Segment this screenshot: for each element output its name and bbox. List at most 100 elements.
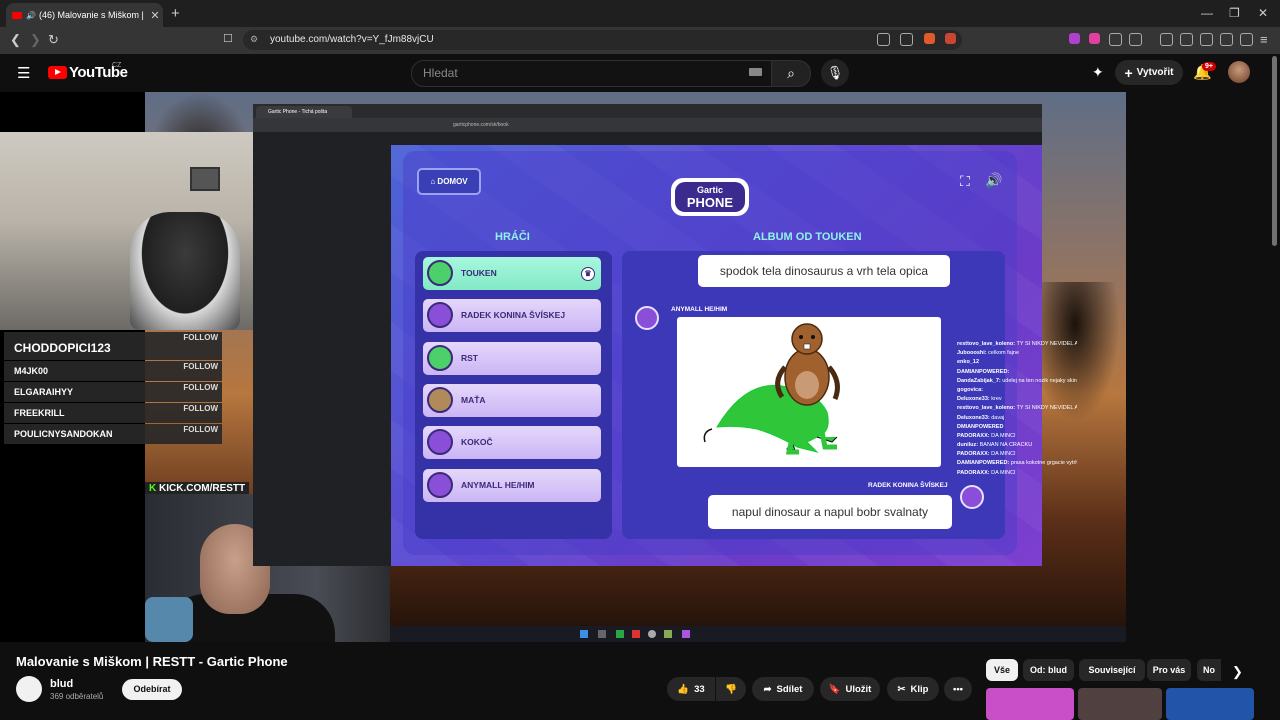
chat-username: PADORAXX: bbox=[957, 432, 990, 439]
home-label: DOMOV bbox=[437, 177, 468, 186]
scissors-icon: ✂ bbox=[897, 683, 906, 695]
chat-username: Deluxone33: bbox=[957, 414, 990, 421]
maximize-icon[interactable]: ❐ bbox=[1229, 6, 1240, 20]
save-icon: 🔖 bbox=[828, 683, 841, 695]
share-icon[interactable] bbox=[900, 33, 913, 46]
more-icon: ••• bbox=[953, 683, 963, 695]
filter-chip[interactable]: Od: blud bbox=[1023, 659, 1074, 681]
video-thumbnail[interactable] bbox=[1166, 688, 1254, 720]
clip-label: Klip bbox=[910, 683, 929, 695]
player-row: RST bbox=[423, 341, 601, 375]
fullscreen-icon[interactable]: ⛶ bbox=[960, 173, 970, 190]
screenshot-icon[interactable] bbox=[1129, 33, 1142, 46]
more-actions-button[interactable]: ••• bbox=[944, 677, 972, 701]
player-row: KOKOČ bbox=[423, 426, 601, 460]
voice-search-button[interactable]: 🎙 bbox=[821, 59, 849, 87]
new-tab-icon[interactable]: + bbox=[171, 5, 180, 22]
extension-icon[interactable] bbox=[1089, 33, 1100, 44]
brave-rewards-icon[interactable] bbox=[945, 33, 956, 44]
kick-logo-icon: K bbox=[149, 483, 157, 494]
player-name: RST bbox=[461, 352, 478, 363]
chat-message: duniluz: BANAN NA CRACKU bbox=[957, 442, 1077, 448]
drawer-avatar bbox=[635, 306, 659, 330]
wallet-icon[interactable] bbox=[1200, 33, 1213, 46]
chat-message: resttovo_lave_koleno: TY SI NIKDY NEVIDE… bbox=[957, 405, 1077, 411]
forward-icon[interactable]: ❯ bbox=[30, 32, 41, 48]
bookmark-icon[interactable]: ☐ bbox=[223, 32, 233, 45]
video-thumbnail[interactable] bbox=[1078, 688, 1162, 720]
mix-icon[interactable]: ✦ bbox=[1092, 64, 1104, 81]
tab-title: (46) Malovanie s Miškom | RE bbox=[38, 10, 147, 20]
chat-username: resttovo_lave_koleno: bbox=[957, 341, 1016, 347]
site-info-icon[interactable]: ⚙ bbox=[250, 34, 258, 45]
filter-chip[interactable]: Vše bbox=[986, 659, 1018, 681]
gartic-phone-logo: Gartic PHONE bbox=[671, 178, 749, 216]
album-text-entry: spodok tela dinosaurus a vrh tela opica bbox=[698, 255, 950, 287]
speaker-icon: 🔊 bbox=[26, 10, 36, 20]
chat-message: gogovica: bbox=[957, 387, 1077, 393]
filter-chip[interactable]: No bbox=[1197, 659, 1221, 681]
home-button[interactable]: ⌂ DOMOV bbox=[417, 168, 481, 195]
sound-icon[interactable]: 🔊 bbox=[985, 172, 1002, 189]
chat-text: davaj bbox=[991, 414, 1005, 421]
extension-icon[interactable] bbox=[1069, 33, 1080, 44]
create-button[interactable]: + Vytvořit bbox=[1115, 60, 1183, 85]
player-avatar bbox=[427, 429, 453, 456]
filter-chip[interactable]: Související bbox=[1079, 659, 1145, 681]
sidebar-icon[interactable] bbox=[1180, 33, 1193, 46]
country-code: CZ bbox=[112, 62, 122, 69]
save-button[interactable]: 🔖 Uložit bbox=[820, 677, 880, 701]
minimize-icon[interactable]: — bbox=[1201, 6, 1213, 20]
close-tab-icon[interactable]: ✕ bbox=[147, 9, 163, 22]
leo-ai-icon[interactable] bbox=[1220, 33, 1233, 46]
video-player[interactable]: CHODDOPICI123 FOLLOW M4JK00 FOLLOW ELGARAIHY… bbox=[0, 92, 1126, 642]
chat-username: PADORAXX: bbox=[957, 451, 990, 458]
subscribe-button[interactable]: Odebírat bbox=[122, 679, 182, 700]
channel-avatar[interactable] bbox=[16, 676, 42, 702]
hamburger-menu-icon[interactable]: ☰ bbox=[17, 64, 30, 82]
page-scrollbar[interactable] bbox=[1272, 56, 1277, 246]
clip-button[interactable]: ✂ Klip bbox=[887, 677, 939, 701]
music-icon[interactable] bbox=[1160, 33, 1173, 46]
follow-label: FOLLOW bbox=[183, 425, 218, 434]
thumbs-up-icon: 👍 bbox=[677, 683, 690, 695]
browser-tab[interactable]: 🔊 (46) Malovanie s Miškom | RE ✕ bbox=[6, 3, 163, 27]
taskbar-app-icon bbox=[648, 630, 656, 638]
vpn-icon[interactable] bbox=[1240, 33, 1253, 46]
menu-icon[interactable]: ≡ bbox=[1260, 32, 1268, 47]
chevron-right-icon[interactable]: ❯ bbox=[1232, 664, 1243, 680]
player-row: RADEK KONINA ŠVÍSKEJ bbox=[423, 299, 601, 333]
extensions-puzzle-icon[interactable] bbox=[1109, 33, 1122, 46]
cast-icon[interactable] bbox=[877, 33, 890, 46]
close-window-icon[interactable]: ✕ bbox=[1258, 6, 1268, 20]
gartic-logo-top: Gartic bbox=[697, 185, 723, 195]
chat-message: PADORAXX: DA MINCI bbox=[957, 433, 1077, 439]
search-button[interactable]: ⌕ bbox=[771, 60, 811, 87]
channel-name[interactable]: blud bbox=[50, 678, 73, 690]
chat-message: DMIANPOWERED bbox=[957, 424, 1077, 430]
chat-message: DandaZabijak_7: udelej na ten nozik neja… bbox=[957, 378, 1077, 384]
kick-url-text: KICK.COM/RESTT bbox=[159, 483, 246, 494]
follower-row: M4JK00 FOLLOW bbox=[4, 361, 222, 381]
brave-shield-icon[interactable] bbox=[924, 33, 935, 44]
dislike-button[interactable]: 👎 bbox=[716, 677, 746, 701]
keyboard-icon[interactable] bbox=[749, 68, 762, 76]
player-name: MAŤA bbox=[461, 394, 486, 405]
share-button[interactable]: ➦ Sdílet bbox=[752, 677, 814, 701]
like-button[interactable]: 👍 33 bbox=[667, 677, 715, 701]
filter-chip[interactable]: Pro vás bbox=[1147, 659, 1191, 681]
follow-label: FOLLOW bbox=[183, 383, 218, 392]
account-avatar[interactable] bbox=[1228, 61, 1250, 83]
video-thumbnail[interactable] bbox=[986, 688, 1074, 720]
search-icon: ⌕ bbox=[787, 65, 795, 81]
chat-username: gogovica: bbox=[957, 386, 983, 393]
search-input[interactable] bbox=[411, 60, 772, 87]
chat-username: PADORAXX: bbox=[957, 469, 990, 476]
reload-icon[interactable]: ↻ bbox=[48, 32, 59, 48]
crown-icon: ♛ bbox=[581, 267, 595, 281]
player-row: ANYMALL HE/HIM bbox=[423, 468, 601, 502]
player-avatar bbox=[427, 302, 453, 329]
youtube-logo-icon[interactable] bbox=[48, 66, 67, 79]
back-icon[interactable]: ❮ bbox=[10, 32, 21, 48]
taskbar-app-icon bbox=[664, 630, 672, 638]
